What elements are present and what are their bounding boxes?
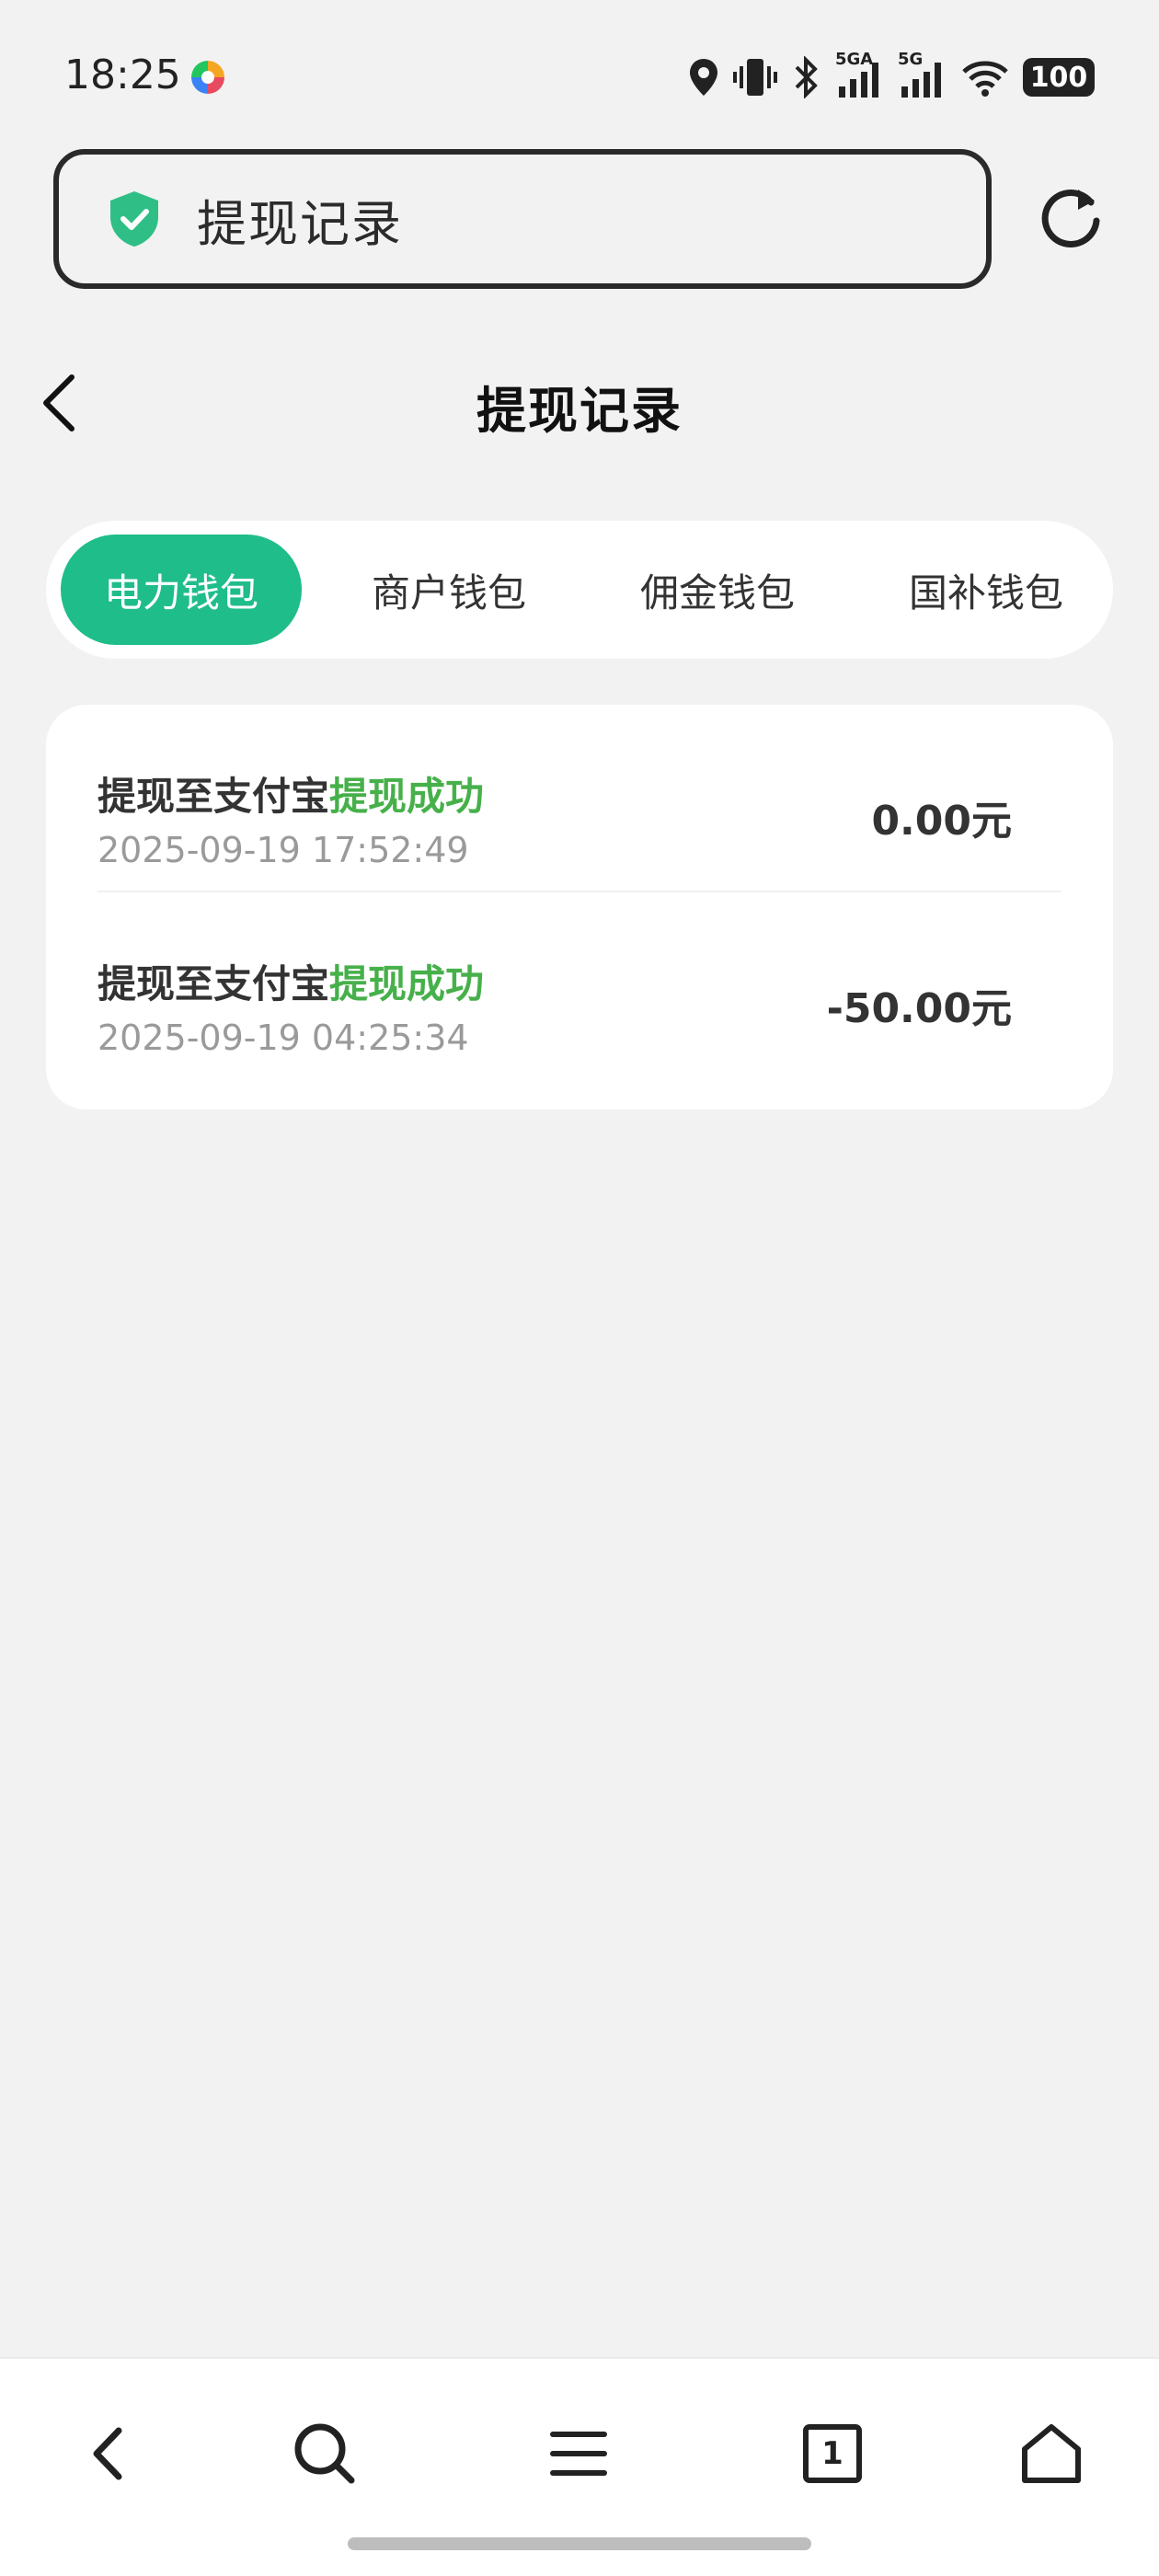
record-method: 提现至支付宝 (98, 961, 330, 1006)
status-icons: 5GA 5G 100 (688, 50, 1095, 101)
signal-5ga: 5GA (835, 50, 885, 99)
records-list: 提现至支付宝提现成功 2025-09-19 17:52:49 0.00元 提现至… (46, 705, 1113, 1110)
record-method: 提现至支付宝 (98, 774, 330, 819)
vibrate-icon (733, 59, 777, 96)
back-icon (93, 2427, 122, 2480)
record-time: 2025-09-19 17:52:49 (98, 830, 469, 870)
list-item[interactable]: 提现至支付宝提现成功 2025-09-19 17:52:49 0.00元 (98, 705, 1061, 892)
address-bar[interactable]: 提现记录 (53, 149, 992, 289)
nav-tabs-button[interactable]: 1 (791, 2412, 874, 2495)
reload-icon[interactable] (1038, 184, 1106, 252)
address-text: 提现记录 (197, 194, 403, 253)
record-title: 提现至支付宝提现成功 (98, 953, 484, 1009)
record-status: 提现成功 (329, 774, 485, 819)
nav-search-button[interactable] (283, 2412, 366, 2495)
record-status: 提现成功 (329, 961, 485, 1006)
wifi-icon (962, 61, 1008, 97)
record-time: 2025-09-19 04:25:34 (98, 1018, 469, 1058)
battery-indicator: 100 (1023, 58, 1095, 97)
tab-power-wallet[interactable]: 电力钱包 (61, 535, 302, 645)
browser-top-area: 18:25 5GA 5G 100 提现记录 (0, 0, 1159, 328)
page-title: 提现记录 (476, 382, 683, 440)
tab-merchant-wallet[interactable]: 商户钱包 (327, 535, 570, 645)
page-header: 提现记录 (0, 328, 1159, 475)
wallet-tabs: 电力钱包 商户钱包 佣金钱包 国补钱包 (46, 521, 1113, 659)
record-amount: -50.00元 (826, 985, 1012, 1032)
location-icon (690, 59, 717, 96)
status-bar: 18:25 5GA 5G 100 (0, 0, 1159, 147)
tab-subsidy-wallet[interactable]: 国补钱包 (865, 535, 1107, 645)
signal-bars-icon (901, 63, 941, 98)
secure-shield-icon (110, 191, 158, 247)
screen: 18:25 5GA 5G 100 提现记录 提现记录 电力钱包 商户钱包 佣金钱… (0, 0, 1159, 2576)
app-notification-icon (191, 61, 224, 94)
withdrawal-records-page: 提现记录 电力钱包 商户钱包 佣金钱包 国补钱包 提现至支付宝提现成功 2025… (0, 328, 1159, 2357)
bluetooth-icon (795, 56, 818, 98)
tab-commission-wallet[interactable]: 佣金钱包 (596, 535, 839, 645)
nav-back-button[interactable] (68, 2412, 151, 2495)
home-icon (1022, 2424, 1081, 2483)
signal-5g: 5G (898, 50, 947, 99)
nav-menu-button[interactable] (537, 2412, 620, 2495)
home-indicator[interactable] (348, 2537, 811, 2550)
search-icon (294, 2423, 355, 2484)
nav-home-button[interactable] (1010, 2412, 1093, 2495)
record-amount: 0.00元 (871, 798, 1012, 845)
tab-count: 1 (821, 2435, 843, 2472)
record-title: 提现至支付宝提现成功 (98, 765, 484, 822)
menu-icon (550, 2432, 607, 2476)
signal-bars-icon (839, 63, 878, 98)
list-item[interactable]: 提现至支付宝提现成功 2025-09-19 04:25:34 -50.00元 (98, 892, 1061, 1106)
status-time: 18:25 (64, 52, 181, 98)
